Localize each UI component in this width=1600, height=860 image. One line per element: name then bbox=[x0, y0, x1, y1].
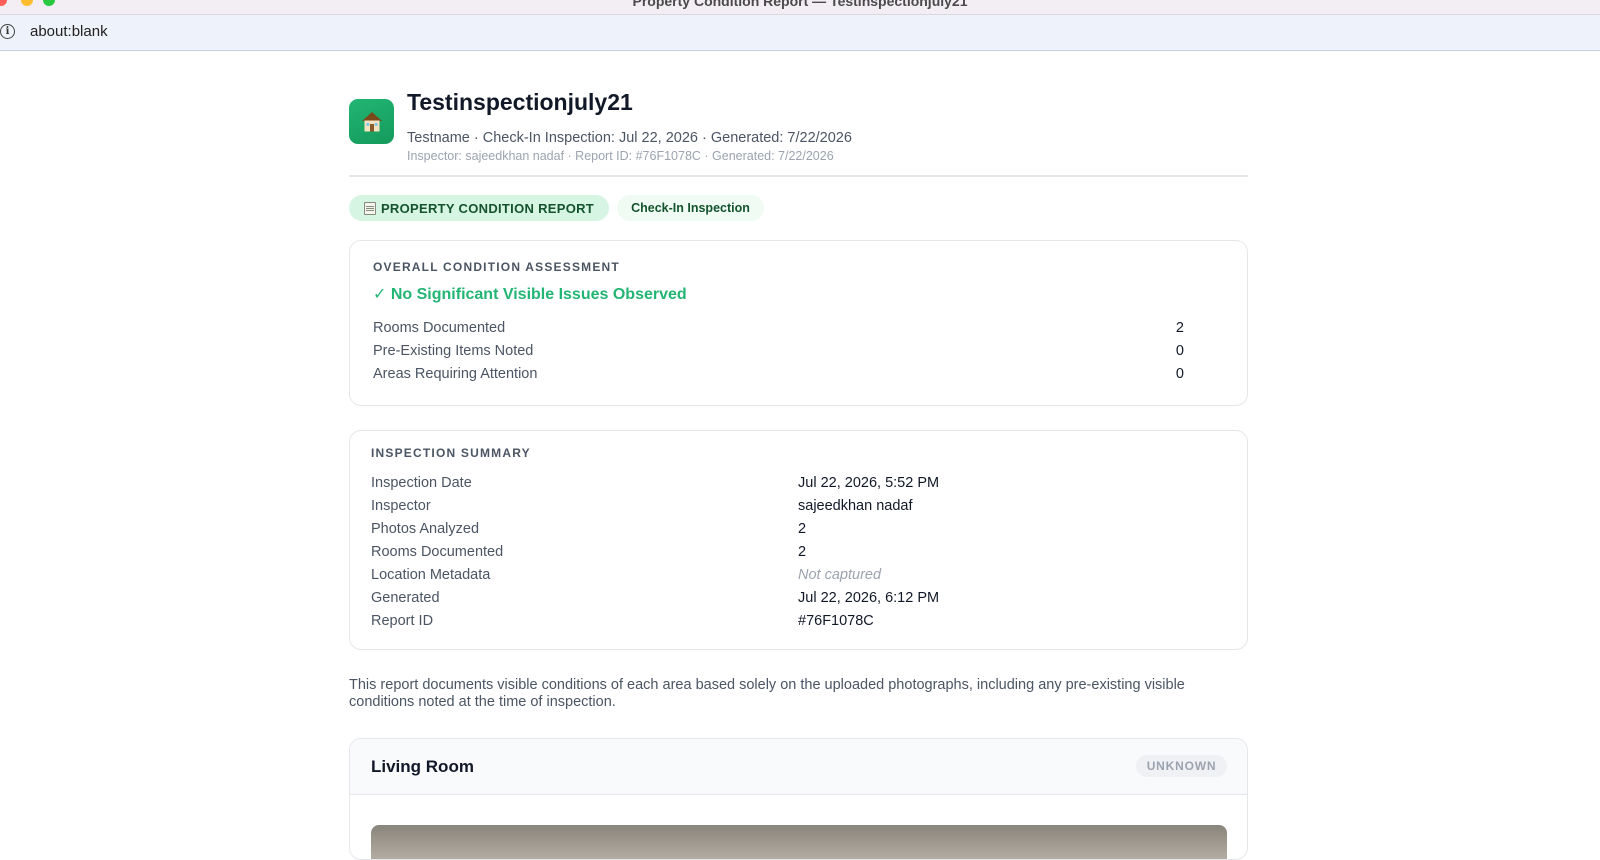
summary-value: #76F1078C bbox=[798, 613, 874, 629]
url-text[interactable]: about:blank bbox=[30, 23, 108, 40]
summary-label: Report ID bbox=[371, 613, 434, 629]
summary-row: Report ID #76F1078C bbox=[371, 613, 1221, 635]
report-type-badge: PROPERTY CONDITION REPORT bbox=[349, 195, 609, 221]
summary-row: Inspection Date Jul 22, 2026, 5:52 PM bbox=[371, 475, 1221, 497]
summary-value: 2 bbox=[798, 521, 807, 537]
summary-row: Inspector sajeedkhan nadaf bbox=[371, 498, 1221, 520]
summary-row: Photos Analyzed 2 bbox=[371, 521, 1221, 543]
summary-value: Jul 22, 2026, 6:12 PM bbox=[798, 590, 940, 606]
stat-value: 0 bbox=[1175, 366, 1184, 382]
summary-value: Jul 22, 2026, 5:52 PM bbox=[798, 475, 940, 491]
report-subtitle: Testname · Check-In Inspection: Jul 22, … bbox=[407, 130, 852, 146]
summary-label: Rooms Documented bbox=[371, 544, 504, 560]
address-bar[interactable]: i about:blank bbox=[0, 15, 1600, 51]
inspection-summary-card: INSPECTION SUMMARY Inspection Date Jul 2… bbox=[349, 430, 1248, 650]
stat-row: Pre-Existing Items Noted 0 bbox=[373, 343, 1184, 365]
summary-value: 2 bbox=[798, 544, 807, 560]
stat-label: Rooms Documented bbox=[373, 320, 506, 336]
summary-label: Generated bbox=[371, 590, 440, 606]
report-disclaimer: This report documents visible conditions… bbox=[349, 677, 1185, 710]
assessment-status: ✓ No Significant Visible Issues Observed bbox=[373, 286, 687, 303]
header-divider bbox=[349, 175, 1248, 177]
stat-label: Areas Requiring Attention bbox=[373, 366, 538, 382]
window-titlebar: Property Condition Report — Testinspecti… bbox=[0, 0, 1600, 15]
room-photo[interactable] bbox=[371, 825, 1227, 859]
stat-label: Pre-Existing Items Noted bbox=[373, 343, 534, 359]
info-icon[interactable]: i bbox=[0, 24, 15, 39]
summary-label: Inspector bbox=[371, 498, 431, 514]
summary-row: Location Metadata Not captured bbox=[371, 567, 1221, 589]
summary-label: Photos Analyzed bbox=[371, 521, 480, 537]
inspection-type-badge: Check-In Inspection bbox=[617, 195, 764, 221]
house-icon bbox=[349, 99, 394, 144]
assessment-heading: OVERALL CONDITION ASSESSMENT bbox=[373, 260, 620, 274]
summary-value: sajeedkhan nadaf bbox=[798, 498, 913, 514]
stat-value: 0 bbox=[1175, 343, 1184, 359]
notepad-icon bbox=[363, 201, 376, 215]
room-header: Living Room UNKNOWN bbox=[350, 739, 1247, 795]
stat-row: Rooms Documented 2 bbox=[373, 320, 1184, 342]
room-card: Living Room UNKNOWN bbox=[349, 738, 1248, 860]
stat-row: Areas Requiring Attention 0 bbox=[373, 366, 1184, 388]
report-meta: Inspector: sajeedkhan nadaf · Report ID:… bbox=[407, 149, 834, 163]
summary-row: Generated Jul 22, 2026, 6:12 PM bbox=[371, 590, 1221, 612]
page-title: Testinspectionjuly21 bbox=[407, 89, 633, 115]
window-title: Property Condition Report — Testinspecti… bbox=[632, 0, 968, 9]
summary-label: Inspection Date bbox=[371, 475, 472, 491]
assessment-card: OVERALL CONDITION ASSESSMENT ✓ No Signif… bbox=[349, 240, 1248, 406]
summary-label: Location Metadata bbox=[371, 567, 491, 583]
summary-heading: INSPECTION SUMMARY bbox=[371, 446, 531, 460]
summary-row: Rooms Documented 2 bbox=[371, 544, 1221, 566]
room-status-badge: UNKNOWN bbox=[1136, 755, 1227, 777]
summary-value: Not captured bbox=[798, 567, 882, 583]
room-title: Living Room bbox=[371, 757, 474, 776]
stat-value: 2 bbox=[1175, 320, 1184, 336]
report-type-label: PROPERTY CONDITION REPORT bbox=[380, 200, 595, 216]
